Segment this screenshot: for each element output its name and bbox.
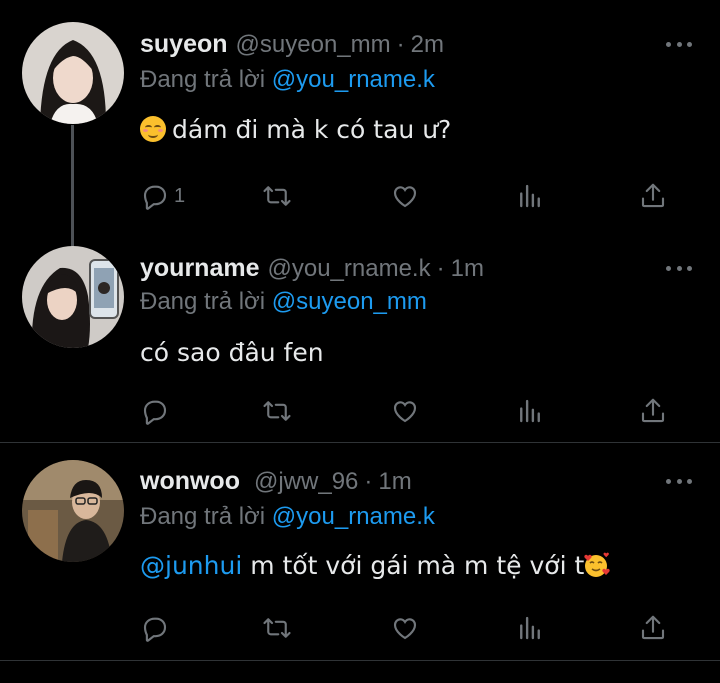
avatar[interactable]	[22, 460, 124, 562]
replying-to: Đang trả lời @you_rname.k	[140, 66, 435, 94]
tweet-text-content: dám đi mà k có tau ư?	[172, 115, 452, 144]
more-options-icon[interactable]	[666, 264, 692, 272]
separator-dot: ·	[436, 255, 445, 282]
reply-button[interactable]	[140, 394, 174, 428]
share-icon	[641, 183, 665, 208]
retweet-button[interactable]	[262, 611, 292, 645]
views-button[interactable]	[515, 611, 545, 645]
tweet-text: dám đi mà k có tau ư?	[140, 115, 451, 144]
like-button[interactable]	[390, 179, 420, 213]
timestamp[interactable]: 1m	[451, 255, 484, 283]
action-bar	[140, 394, 680, 428]
analytics-icon	[520, 399, 540, 423]
retweet-button[interactable]	[262, 394, 292, 428]
tweet-header: wonwoo @jww_96 · 1m	[140, 467, 412, 496]
views-button[interactable]	[515, 394, 545, 428]
reply-icon	[143, 400, 167, 425]
replying-prefix: Đang trả lời	[140, 66, 272, 93]
share-icon	[641, 398, 665, 423]
timestamp[interactable]: 2m	[411, 31, 444, 59]
heart-icon	[393, 401, 417, 423]
user-handle[interactable]: @you_rname.k	[267, 255, 430, 283]
tweet-text: có sao đâu fen	[140, 338, 324, 367]
replying-to-mention[interactable]: @you_rname.k	[272, 503, 435, 530]
retweet-icon	[263, 186, 291, 206]
reply-icon	[143, 617, 167, 642]
smiling-face-icon	[140, 116, 166, 142]
tweet-divider	[0, 660, 720, 661]
more-options-icon[interactable]	[666, 477, 692, 485]
replying-prefix: Đang trả lời	[140, 288, 272, 315]
replying-to-mention[interactable]: @you_rname.k	[272, 66, 435, 93]
separator-dot: ·	[364, 468, 373, 495]
reply-count: 1	[174, 184, 186, 207]
replying-to-mention[interactable]: @suyeon_mm	[272, 288, 427, 315]
tweet-suyeon[interactable]: suyeon @suyeon_mm · 2m Đang trả lời @you…	[0, 0, 720, 247]
smiling-face-with-hearts-icon	[582, 552, 610, 578]
reply-button[interactable]	[140, 611, 174, 645]
tweet-text: @junhui m tốt với gái mà m tệ với t	[140, 551, 610, 580]
action-bar	[140, 611, 680, 645]
reply-icon	[143, 185, 167, 210]
action-bar: 1	[140, 179, 680, 213]
share-button[interactable]	[638, 179, 668, 213]
user-handle[interactable]: @suyeon_mm	[236, 31, 391, 59]
share-button[interactable]	[638, 394, 668, 428]
more-options-icon[interactable]	[666, 40, 692, 48]
tweet-header: suyeon @suyeon_mm · 2m	[140, 30, 444, 59]
reply-button[interactable]: 1	[140, 179, 185, 213]
display-name[interactable]: wonwoo	[140, 467, 240, 496]
tweet-text-content: có sao đâu fen	[140, 338, 324, 367]
views-button[interactable]	[515, 179, 545, 213]
share-button[interactable]	[638, 611, 668, 645]
replying-prefix: Đang trả lời	[140, 503, 272, 530]
tweet-header: yourname @you_rname.k · 1m	[140, 254, 484, 283]
display-name[interactable]: yourname	[140, 254, 259, 283]
tweet-yourname[interactable]: yourname @you_rname.k · 1m Đang trả lời …	[0, 230, 720, 440]
share-icon	[641, 615, 665, 640]
analytics-icon	[520, 184, 540, 208]
timestamp[interactable]: 1m	[378, 468, 411, 496]
retweet-button[interactable]	[262, 179, 292, 213]
retweet-icon	[263, 618, 291, 638]
like-button[interactable]	[390, 611, 420, 645]
thread-line	[71, 125, 74, 247]
heart-icon	[393, 186, 417, 208]
like-button[interactable]	[390, 394, 420, 428]
text-mention[interactable]: @junhui	[140, 551, 242, 580]
replying-to: Đang trả lời @suyeon_mm	[140, 288, 427, 316]
replying-to: Đang trả lời @you_rname.k	[140, 503, 435, 531]
user-handle[interactable]: @jww_96	[254, 468, 358, 496]
tweet-text-content: m tốt với gái mà m tệ với t	[242, 551, 585, 580]
heart-icon	[393, 618, 417, 640]
analytics-icon	[520, 616, 540, 640]
avatar[interactable]	[22, 246, 124, 348]
display-name[interactable]: suyeon	[140, 30, 228, 59]
tweet-wonwoo[interactable]: wonwoo @jww_96 · 1m Đang trả lời @you_rn…	[0, 443, 720, 659]
avatar[interactable]	[22, 22, 124, 124]
separator-dot: ·	[396, 31, 405, 58]
retweet-icon	[263, 401, 291, 421]
